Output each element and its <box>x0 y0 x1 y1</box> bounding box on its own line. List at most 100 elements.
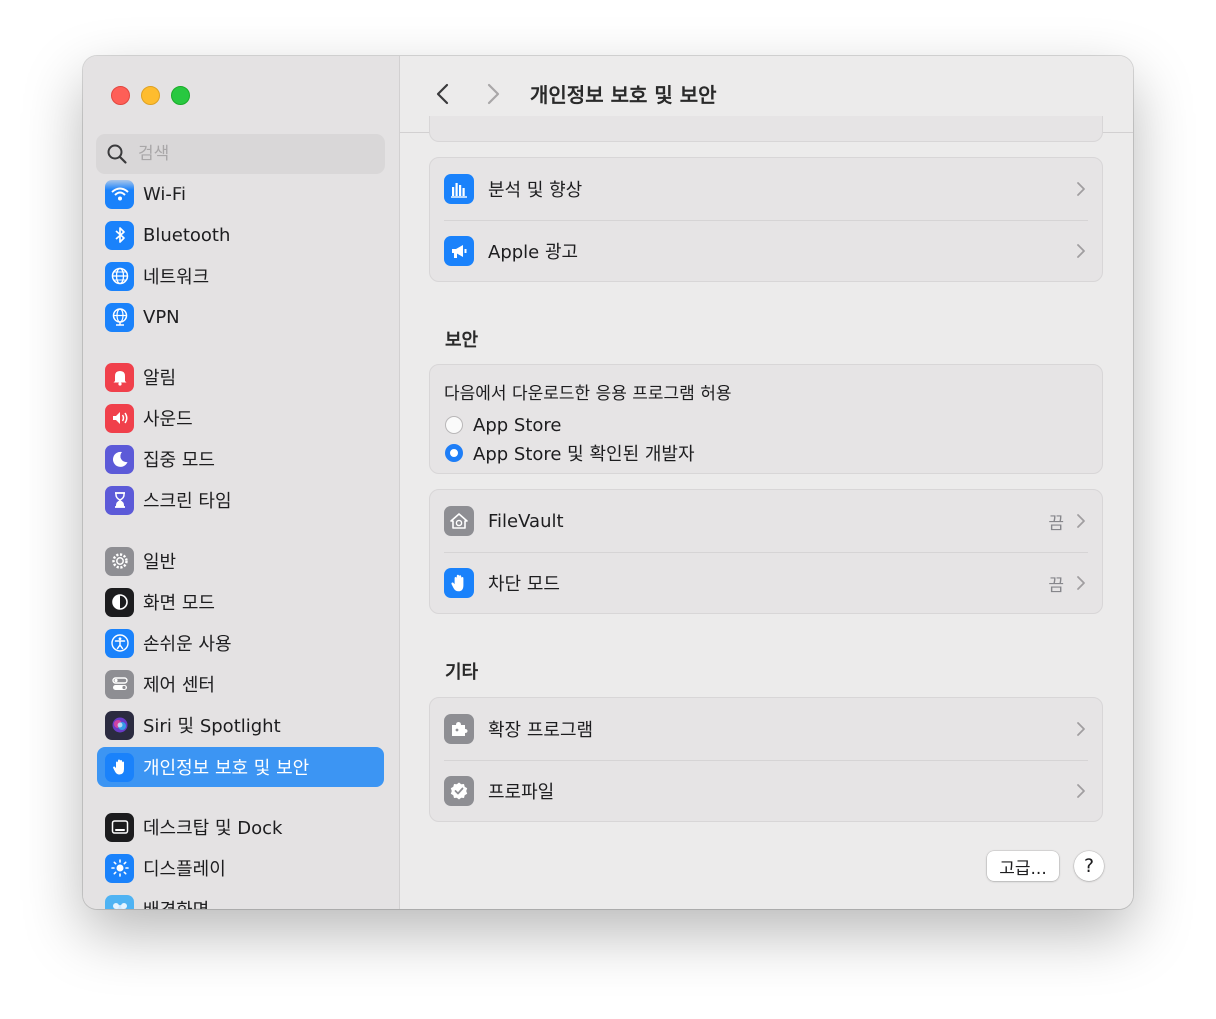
row-label: 확장 프로그램 <box>488 720 594 741</box>
sidebar-item-label: 데스크탑 및 Dock <box>143 818 283 839</box>
search-icon <box>107 144 127 164</box>
sidebar: Wi-Fi Bluetooth 네트워크 VPN 알림 <box>83 56 400 909</box>
analytics-row[interactable]: 분석 및 향상 <box>430 158 1102 220</box>
sidebar-item-label: 제어 센터 <box>143 675 215 696</box>
radio-button-selected[interactable] <box>445 444 463 462</box>
sidebar-item-label: 일반 <box>143 552 177 573</box>
sidebar-item-bluetooth[interactable]: Bluetooth <box>97 215 384 255</box>
help-button[interactable]: ? <box>1074 851 1104 881</box>
chevron-right-icon <box>1077 722 1085 736</box>
row-value: 끔 <box>1048 513 1064 534</box>
close-button[interactable] <box>111 86 130 105</box>
minimize-button[interactable] <box>141 86 160 105</box>
sidebar-item-desktop-dock[interactable]: 데스크탑 및 Dock <box>97 807 384 847</box>
sidebar-item-focus[interactable]: 집중 모드 <box>97 439 384 479</box>
sidebar-item-notifications[interactable]: 알림 <box>97 357 384 397</box>
chart-bars-icon <box>444 174 474 204</box>
radio-app-store-identified-developers[interactable]: App Store 및 확인된 개발자 <box>444 439 1088 467</box>
settings-window: Wi-Fi Bluetooth 네트워크 VPN 알림 <box>83 56 1133 909</box>
chevron-right-icon <box>1077 514 1085 528</box>
sidebar-item-label: 개인정보 보호 및 보안 <box>143 758 310 779</box>
advanced-button[interactable]: 고급... <box>987 851 1059 881</box>
security-group: FileVault 끔 차단 모드 끔 <box>429 489 1103 614</box>
zoom-button[interactable] <box>171 86 190 105</box>
row-label: 차단 모드 <box>488 574 560 595</box>
radio-app-store[interactable]: App Store <box>444 411 1088 439</box>
sidebar-item-label: 화면 모드 <box>143 593 215 614</box>
row-label: 프로파일 <box>488 782 555 803</box>
megaphone-icon <box>444 236 474 266</box>
wallpaper-icon <box>105 894 134 909</box>
row-value: 끔 <box>1048 575 1064 596</box>
sidebar-item-sound[interactable]: 사운드 <box>97 398 384 438</box>
accessibility-icon <box>105 628 134 658</box>
forward-chevron-icon[interactable] <box>482 81 504 107</box>
sidebar-item-label: Siri 및 Spotlight <box>143 716 281 737</box>
radio-label: App Store 및 확인된 개발자 <box>473 444 695 465</box>
filevault-row[interactable]: FileVault 끔 <box>430 490 1102 552</box>
sidebar-item-label: 스크린 타임 <box>143 491 232 512</box>
toggles-icon <box>105 669 134 699</box>
search-input[interactable] <box>136 143 370 165</box>
hand-icon <box>105 752 134 782</box>
sidebar-item-displays[interactable]: 디스플레이 <box>97 848 384 888</box>
gear-icon <box>105 546 134 576</box>
siri-icon <box>105 710 134 740</box>
profiles-row[interactable]: 프로파일 <box>430 760 1102 822</box>
lockdown-mode-row[interactable]: 차단 모드 끔 <box>430 552 1102 614</box>
checkmark-seal-icon <box>444 776 474 806</box>
sidebar-item-label: 알림 <box>143 368 177 389</box>
search-field[interactable] <box>96 134 385 174</box>
scrolled-group-remnant <box>429 116 1103 142</box>
sidebar-item-appearance[interactable]: 화면 모드 <box>97 582 384 622</box>
hand-icon <box>444 568 474 598</box>
sidebar-item-general[interactable]: 일반 <box>97 541 384 581</box>
hourglass-icon <box>105 485 134 515</box>
sidebar-item-wallpaper[interactable]: 배경화면 <box>97 889 384 909</box>
row-label: Apple 광고 <box>488 242 579 263</box>
app-source-group: 다음에서 다운로드한 응용 프로그램 허용 App Store App Stor… <box>429 364 1103 474</box>
bell-icon <box>105 362 134 392</box>
sidebar-item-accessibility[interactable]: 손쉬운 사용 <box>97 623 384 663</box>
sidebar-item-screen-time[interactable]: 스크린 타임 <box>97 480 384 520</box>
others-group: 확장 프로그램 프로파일 <box>429 697 1103 822</box>
chevron-right-icon <box>1077 784 1085 798</box>
appearance-icon <box>105 587 134 617</box>
sidebar-item-network[interactable]: 네트워크 <box>97 256 384 296</box>
row-label: 분석 및 향상 <box>488 180 583 201</box>
sidebar-item-vpn[interactable]: VPN <box>97 297 384 337</box>
filevault-house-icon <box>444 506 474 536</box>
sidebar-item-label: 배경화면 <box>143 896 209 909</box>
sidebar-item-label: 디스플레이 <box>143 859 226 880</box>
back-chevron-icon[interactable] <box>432 81 454 107</box>
dock-icon <box>105 812 134 842</box>
chevron-right-icon <box>1077 576 1085 590</box>
sidebar-item-label: VPN <box>143 306 180 328</box>
radio-button[interactable] <box>445 416 463 434</box>
sidebar-item-privacy-security[interactable]: 개인정보 보호 및 보안 <box>97 747 384 787</box>
sidebar-item-siri-spotlight[interactable]: Siri 및 Spotlight <box>97 705 384 745</box>
chevron-right-icon <box>1077 244 1085 258</box>
sidebar-item-label: 손쉬운 사용 <box>143 634 232 655</box>
sidebar-item-control-center[interactable]: 제어 센터 <box>97 664 384 704</box>
chevron-right-icon <box>1077 182 1085 196</box>
others-section-title: 기타 <box>445 662 479 683</box>
moon-icon <box>105 444 134 474</box>
sidebar-item-label: 집중 모드 <box>143 450 215 471</box>
window-controls <box>111 86 190 105</box>
globe-icon <box>105 261 134 291</box>
sidebar-item-label: Bluetooth <box>143 224 231 246</box>
radio-label: App Store <box>473 414 562 436</box>
sidebar-item-label: 사운드 <box>143 409 193 430</box>
sidebar-scroll-fade <box>83 176 399 190</box>
page-title: 개인정보 보호 및 보안 <box>530 83 717 107</box>
sidebar-item-label: 네트워크 <box>143 267 210 288</box>
sun-icon <box>105 853 134 883</box>
apple-advertising-row[interactable]: Apple 광고 <box>430 220 1102 282</box>
row-label: FileVault <box>488 510 564 532</box>
extensions-row[interactable]: 확장 프로그램 <box>430 698 1102 760</box>
bluetooth-icon <box>105 220 134 250</box>
security-section-title: 보안 <box>445 330 479 351</box>
puzzle-icon <box>444 714 474 744</box>
main-panel: 개인정보 보호 및 보안 분석 및 향상 Apple 광고 보안 다음에서 다운… <box>400 56 1133 909</box>
